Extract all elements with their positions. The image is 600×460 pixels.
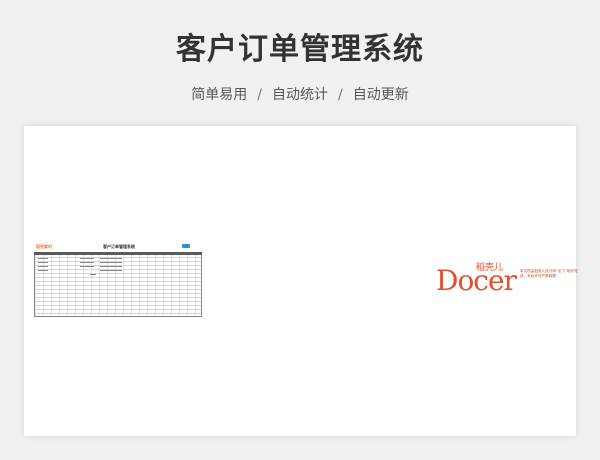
sheet-cell-mark [100,266,122,267]
feature-auto-stats: 自动统计 [272,87,328,103]
sheet-cell-mark [38,262,48,263]
sheet-cell-mark [80,266,94,267]
sheet-cell-mark [80,262,94,263]
page-title: 客户订单管理系统 [176,32,424,67]
page-subtitle: 简单易用 / 自动统计 / 自动更新 [0,84,600,104]
sheet-cell-mark [38,270,48,271]
template-preview-card[interactable]: 稻壳素材 客户订单管理系统 Docer 稻壳儿 本文档由稻壳儿设计师“龙飞”制作… [24,126,578,436]
sheet-cell-mark [38,258,48,259]
sheet-cell-mark [38,266,48,267]
sheet-logo: 稻壳素材 [36,244,52,249]
sheet-button-icon [182,244,190,248]
sheet-cell-mark [100,270,122,271]
feature-easy: 简单易用 [191,87,248,103]
sheet-cell-mark [90,274,96,275]
docer-cn-name: 稻壳儿 [476,263,504,273]
spreadsheet-thumbnail: 稻壳素材 客户订单管理系统 [34,244,202,318]
separator: / [257,87,262,103]
sheet-cell-mark [100,258,122,259]
sheet-header-row [34,252,202,255]
sheet-cell-mark [80,258,94,259]
feature-auto-update: 自动更新 [352,87,409,103]
sheet-title: 客户订单管理系统 [103,244,135,249]
separator: / [338,87,343,103]
docer-logo: Docer 稻壳儿 本文档由稻壳儿设计师“龙飞”制作完成，未经许可严禁转载 [436,260,578,300]
sheet-cell-mark [100,262,122,263]
docer-description: 本文档由稻壳儿设计师“龙飞”制作完成，未经许可严禁转载 [520,269,578,278]
